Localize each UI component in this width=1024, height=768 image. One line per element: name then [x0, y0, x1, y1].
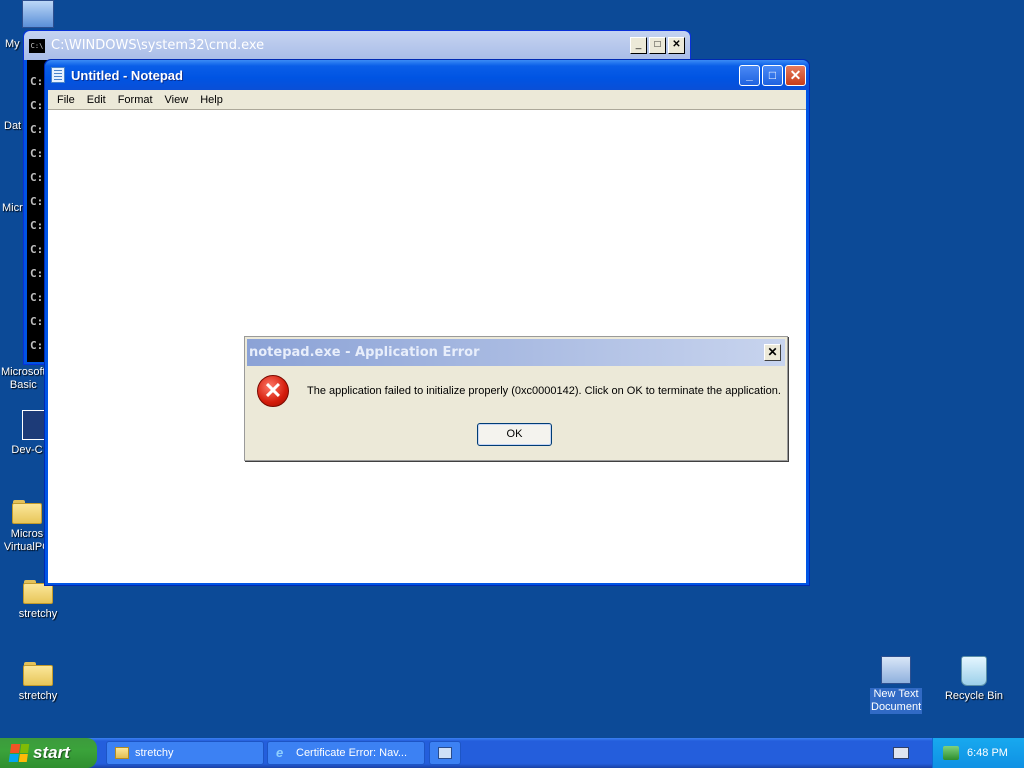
dialog-title: notepad.exe - Application Error: [249, 345, 480, 360]
network-icon[interactable]: [943, 746, 959, 760]
taskbar-button-label: stretchy: [135, 747, 174, 759]
notepad-window[interactable]: Untitled - Notepad _ □ ✕ File Edit Forma…: [44, 59, 810, 586]
notepad-minimize-button[interactable]: _: [739, 64, 760, 86]
notepad-menu-bar: File Edit Format View Help: [48, 90, 806, 109]
error-icon: ✕: [257, 375, 289, 407]
taskbar-button-label: Certificate Error: Nav...: [296, 747, 408, 759]
menu-file[interactable]: File: [51, 94, 81, 106]
cmd-maximize-button[interactable]: □: [649, 37, 666, 54]
desktop-icon-label: stretchy: [18, 608, 58, 620]
clock[interactable]: 6:48 PM: [967, 747, 1008, 759]
desktop-icon-label: stretchy: [18, 690, 58, 702]
desktop-icon-label: Dev-C: [11, 444, 43, 456]
notepad-title: Untitled - Notepad: [71, 67, 183, 83]
dialog-close-button[interactable]: ✕: [764, 344, 781, 361]
computer-icon: [22, 0, 54, 28]
desktop-icon-my-computer[interactable]: My: [0, 0, 76, 50]
cmd-close-button[interactable]: ✕: [668, 37, 685, 54]
ok-button[interactable]: OK: [477, 423, 552, 446]
error-message: The application failed to initialize pro…: [307, 385, 781, 397]
desktop-icon-new-text-document[interactable]: New Text Document: [858, 656, 934, 714]
taskbar-button-certificate-error[interactable]: e Certificate Error: Nav...: [267, 741, 425, 765]
dev-cpp-icon: [22, 410, 46, 440]
desktop-icon-recycle-bin[interactable]: Recycle Bin: [936, 656, 1012, 703]
desktop-icon-label: My: [5, 38, 20, 50]
desktop-icon-microsoft-basic[interactable]: Microsoft Basic: [0, 366, 46, 392]
cmd-title-bar[interactable]: C:\ C:\WINDOWS\system32\cmd.exe _ □ ✕: [24, 31, 690, 60]
desktop-icon-label: New Text Document: [870, 688, 922, 714]
dialog-title-bar[interactable]: notepad.exe - Application Error ✕: [247, 339, 785, 366]
system-tray: 6:48 PM: [932, 738, 1024, 768]
folder-icon: [23, 662, 53, 686]
folder-icon: [12, 500, 42, 524]
menu-edit[interactable]: Edit: [81, 94, 112, 106]
notepad-close-button[interactable]: ✕: [785, 64, 806, 86]
cmd-title: C:\WINDOWS\system32\cmd.exe: [51, 38, 265, 53]
menu-help[interactable]: Help: [194, 94, 229, 106]
notepad-maximize-button[interactable]: □: [762, 64, 783, 86]
text-document-icon: [881, 656, 911, 684]
desktop-icon-stretchy-2[interactable]: stretchy: [0, 658, 76, 703]
internet-explorer-icon: e: [276, 745, 284, 760]
taskbar: start stretchy e Certificate Error: Nav.…: [0, 738, 1024, 768]
desktop-icon-label: Dat: [4, 120, 22, 132]
application-error-dialog[interactable]: notepad.exe - Application Error ✕ ✕ The …: [244, 336, 788, 461]
start-label: start: [33, 743, 70, 762]
taskbar-button-window[interactable]: [429, 741, 461, 765]
notepad-icon: [51, 67, 65, 83]
window-icon: [438, 747, 452, 759]
menu-format[interactable]: Format: [112, 94, 159, 106]
keyboard-icon[interactable]: [893, 747, 909, 759]
windows-logo-icon: [8, 744, 30, 762]
cmd-minimize-button[interactable]: _: [630, 37, 647, 54]
folder-icon: [115, 747, 129, 759]
console-icon: C:\: [29, 38, 45, 53]
notepad-title-bar[interactable]: Untitled - Notepad _ □ ✕: [45, 60, 809, 90]
desktop-icon-label: Recycle Bin: [944, 690, 1004, 702]
desktop-icon-label: Microsoft Basic: [1, 366, 46, 391]
menu-view[interactable]: View: [159, 94, 195, 106]
desktop-icon-label: Micr: [2, 202, 23, 214]
taskbar-button-stretchy[interactable]: stretchy: [106, 741, 264, 765]
start-button[interactable]: start: [0, 738, 97, 768]
recycle-bin-icon: [961, 656, 987, 686]
